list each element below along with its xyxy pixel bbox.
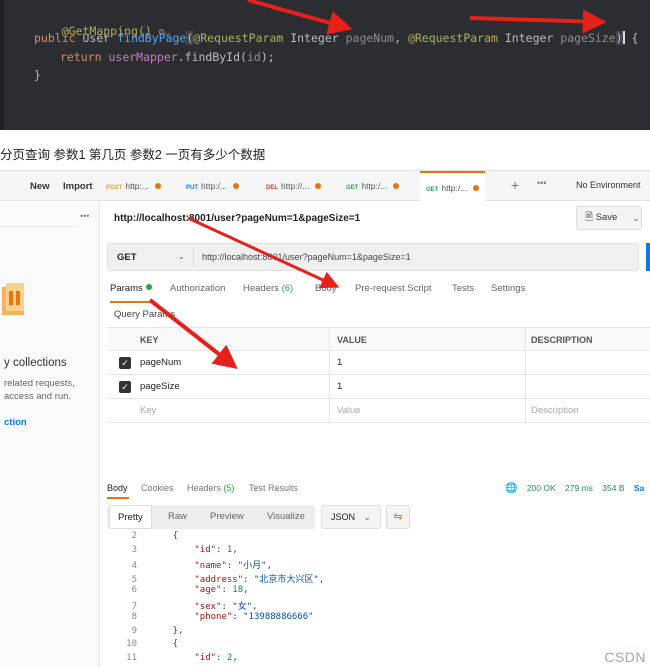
tab-cookies[interactable]: Cookies [141, 483, 174, 493]
collections-illustration-icon [2, 283, 24, 315]
wrap-lines-icon[interactable]: ⇋ [386, 505, 410, 529]
unsaved-dot-icon [393, 183, 400, 189]
param-value[interactable]: 1 [337, 351, 342, 375]
query-params-label: Query Params [114, 309, 176, 320]
tab-response-headers[interactable]: Headers (5) [187, 483, 235, 493]
format-preview[interactable]: Preview [210, 505, 244, 529]
tab-params[interactable]: Params [110, 283, 152, 294]
key-placeholder[interactable]: Key [140, 399, 156, 423]
format-visualize[interactable]: Visualize [267, 505, 305, 529]
chevron-down-icon[interactable]: ⌄ [178, 252, 185, 261]
sidebar-collections-heading: y collections [4, 357, 67, 369]
tab-authorization[interactable]: Authorization [170, 283, 225, 294]
environment-select[interactable]: No Environment [576, 180, 641, 190]
save-button[interactable]: 🗎 Save ⌄ [576, 206, 642, 230]
chevron-down-icon[interactable]: ⌄ [629, 207, 643, 229]
param-key[interactable]: pageSize [140, 375, 180, 399]
unsaved-dot-icon [233, 183, 239, 189]
active-dot-icon [145, 284, 152, 290]
unsaved-dot-icon [154, 183, 161, 189]
format-pretty[interactable]: Pretty [109, 505, 152, 529]
sidebar-search[interactable] [0, 205, 76, 227]
code-editor: @GetMapping() ⚙⌄ public User findByPage(… [0, 0, 650, 130]
table-header: KEY VALUE DESCRIPTION [107, 327, 650, 352]
code-line: 7 "sex": "女", [131, 601, 258, 612]
tab-test-results[interactable]: Test Results [249, 483, 298, 493]
tab-prerequest-script[interactable]: Pre-request Script [355, 283, 432, 294]
code-line: 11 "id": 2, [126, 652, 238, 663]
tab-get-2[interactable]: GET http:/... [420, 171, 486, 201]
chevron-down-icon: ⌄ [363, 512, 372, 522]
tab-headers[interactable]: Headers (6) [243, 283, 293, 294]
column-value: VALUE [337, 335, 367, 345]
unsaved-dot-icon [315, 183, 322, 189]
add-tab-button[interactable]: + [511, 177, 519, 193]
top-bar: New Import POST http:... PUT http:/... DEL… [0, 171, 650, 201]
tabs-more-icon[interactable]: ••• [537, 178, 546, 188]
watermark-text: CSDN [604, 649, 646, 665]
table-row-empty: Key Value Description [107, 399, 650, 423]
status-code: 200 OK [526, 483, 556, 493]
divider [193, 248, 194, 268]
tab-delete[interactable]: DEL http://... [266, 171, 322, 201]
response-status: 🌐 200 OK 279 ms 354 B Sa [505, 483, 650, 494]
send-button[interactable] [646, 243, 650, 271]
response-body: 2 { 3 "id": 1, 4 "name": "小月", 5 "address":… [107, 531, 650, 667]
code-line: 5 "address": "北京市大兴区", [131, 574, 325, 585]
code-line: 2 { [131, 531, 179, 541]
column-description: DESCRIPTION [531, 335, 593, 345]
tab-tests[interactable]: Tests [452, 283, 474, 294]
postman-window: ••• y collections related requests, acce… [0, 170, 650, 667]
format-raw[interactable]: Raw [168, 505, 187, 529]
code-line: 3 "id": 1, [131, 544, 238, 555]
tab-post[interactable]: POST http:... [106, 171, 161, 201]
response-size: 354 B [602, 483, 625, 493]
param-checkbox[interactable]: ✓ [119, 357, 131, 369]
tab-settings[interactable]: Settings [491, 283, 525, 294]
param-value[interactable]: 1 [337, 375, 342, 399]
code-line: 6 "age": 18, [131, 585, 249, 595]
table-row: ✓ pageSize 1 [107, 375, 650, 399]
code-line: 4 "name": "小月", [131, 561, 272, 571]
sidebar: ••• y collections related requests, acce… [0, 171, 100, 667]
code-line-close: } [34, 68, 41, 82]
code-line: 10 { [126, 639, 179, 649]
tab-put[interactable]: PUT http:/... [186, 171, 239, 201]
param-key[interactable]: pageNum [140, 351, 181, 375]
code-line-return: return userMapper.findById(id); [60, 50, 275, 64]
value-placeholder[interactable]: Value [337, 399, 361, 423]
url-bar: GET ⌄ http://localhost:8001/user?pageNum… [107, 243, 639, 271]
method-select[interactable]: GET [117, 252, 137, 263]
json-select[interactable]: JSON ⌄ [321, 505, 381, 529]
tab-body[interactable]: Body [315, 283, 337, 294]
request-title: http://localhost:8001/user?pageNum=1&pag… [114, 213, 361, 224]
code-line-signature: public User findByPage(@RequestParam Int… [34, 31, 639, 45]
new-button[interactable]: New [30, 178, 50, 195]
code-line: 9 }, [131, 625, 184, 636]
unsaved-dot-icon [473, 185, 480, 191]
sidebar-collections-desc: related requests, access and run. [4, 378, 75, 402]
import-button[interactable]: Import [63, 178, 93, 195]
sidebar-create-link[interactable]: ction [4, 417, 27, 428]
caption-text: 分页查询 参数1 第几页 参数2 一页有多少个数据 [0, 148, 266, 162]
response-time: 279 ms [565, 483, 593, 493]
save-response-button[interactable]: Sa [634, 483, 644, 493]
active-tab-indicator [107, 497, 129, 499]
description-placeholder[interactable]: Description [531, 399, 579, 423]
param-checkbox[interactable]: ✓ [119, 381, 131, 393]
active-tab-indicator [110, 301, 150, 303]
sidebar-more-icon[interactable]: ••• [80, 211, 89, 221]
column-key: KEY [140, 335, 159, 345]
table-row: ✓ pageNum 1 [107, 351, 650, 375]
url-input[interactable]: http://localhost:8001/user?pageNum=1&pag… [202, 252, 411, 262]
globe-icon[interactable]: 🌐 [505, 483, 517, 494]
tab-response-body[interactable]: Body [107, 483, 128, 493]
save-icon: 🗎 [585, 212, 594, 223]
code-line: 8 "phone": "13988886666" [131, 612, 314, 622]
tab-get-1[interactable]: GET http:/... [346, 171, 400, 201]
format-bar: Pretty Raw Preview Visualize [107, 505, 315, 529]
